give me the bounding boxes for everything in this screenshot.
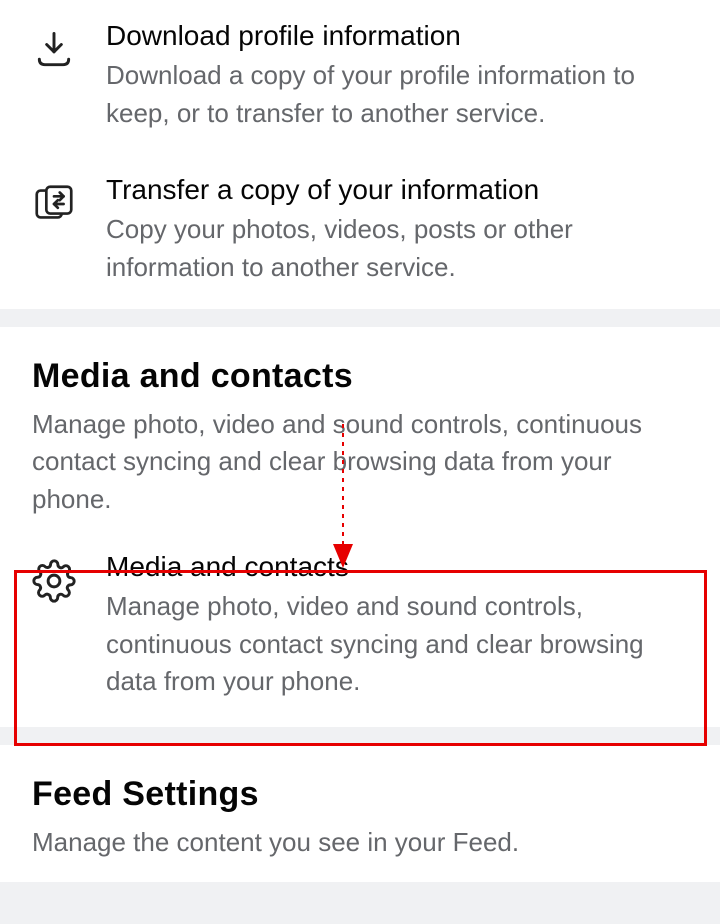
gear-icon — [28, 555, 80, 607]
transfer-info-row[interactable]: Transfer a copy of your information Copy… — [0, 154, 720, 308]
section-divider-2 — [0, 727, 720, 745]
media-contacts-title: Media and contacts — [32, 357, 688, 396]
download-icon — [28, 24, 80, 76]
transfer-icon — [28, 178, 80, 230]
download-profile-title: Download profile information — [106, 18, 692, 53]
media-contacts-subtitle: Manage photo, video and sound controls, … — [32, 406, 688, 519]
section-divider — [0, 309, 720, 327]
feed-settings-title: Feed Settings — [32, 775, 688, 814]
info-section: Download profile information Download a … — [0, 0, 720, 309]
transfer-info-text: Transfer a copy of your information Copy… — [106, 172, 692, 286]
download-profile-desc: Download a copy of your profile informat… — [106, 57, 692, 132]
download-profile-row[interactable]: Download profile information Download a … — [0, 0, 720, 154]
media-contacts-section: Media and contacts Manage photo, video a… — [0, 327, 720, 727]
feed-settings-section: Feed Settings Manage the content you see… — [0, 745, 720, 882]
download-profile-text: Download profile information Download a … — [106, 18, 692, 132]
feed-settings-subtitle: Manage the content you see in your Feed. — [32, 824, 688, 862]
media-contacts-header: Media and contacts Manage photo, video a… — [0, 327, 720, 531]
transfer-info-desc: Copy your photos, videos, posts or other… — [106, 211, 692, 286]
transfer-info-title: Transfer a copy of your information — [106, 172, 692, 207]
media-contacts-item-title: Media and contacts — [106, 549, 692, 584]
feed-settings-header: Feed Settings Manage the content you see… — [0, 745, 720, 882]
media-contacts-item-desc: Manage photo, video and sound controls, … — [106, 588, 692, 701]
info-items: Download profile information Download a … — [0, 0, 720, 309]
media-contacts-row[interactable]: Media and contacts Manage photo, video a… — [0, 531, 720, 727]
media-contacts-item-text: Media and contacts Manage photo, video a… — [106, 549, 692, 701]
